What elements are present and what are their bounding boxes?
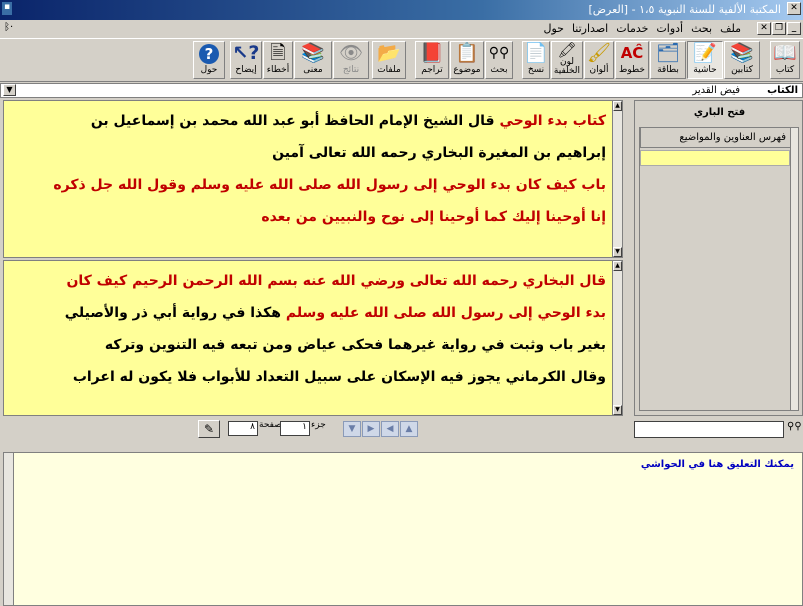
part-label: جزء [311, 420, 326, 430]
window-controls: ✕ [787, 2, 801, 15]
text-line: باب كيف كان بدء الوحي إلى رسول الله صلى … [53, 177, 606, 193]
biographies-icon: 📕 [420, 42, 444, 64]
toolbar-margin-note-button[interactable]: 📝 حاشية [687, 41, 723, 79]
page-number-input[interactable]: ٨ [228, 421, 258, 436]
menu-services[interactable]: خدمات [616, 22, 648, 35]
toolbar-results-button[interactable]: 👁 نتائج [333, 41, 369, 79]
margin-note-icon: 📝 [693, 42, 717, 64]
index-panel: فتح الباري فهرس العناوين والمواضيع [634, 100, 803, 416]
mdi-controls: ✕ ❐ _ [757, 22, 801, 35]
text-line: بغير باب وثبت في رواية غيرهما فحكى عياض … [104, 337, 606, 353]
mdi-restore-button[interactable]: ❐ [772, 22, 786, 35]
errors-icon: 🗎 [270, 42, 286, 64]
book-name[interactable]: فيض القدير [692, 85, 740, 96]
scroll-up-arrow-icon[interactable]: ▲ [613, 261, 622, 271]
last-page-icon[interactable]: ▲ [400, 421, 418, 437]
mdi-minimize-button[interactable]: _ [787, 22, 801, 35]
toolbar-two-books-button[interactable]: 📚 كتابين [724, 41, 760, 79]
toolbar-copy-button[interactable]: 📄 نسخ [522, 41, 550, 79]
page-navigation: ✎ ٨ صفحة ١ جزء ▼ ▶ ◀ ▲ [0, 418, 630, 440]
index-book-title: فتح الباري [693, 107, 746, 118]
toolbar-meaning-button[interactable]: 📚 معنى [294, 41, 332, 79]
text-line: إنا أوحينا إليك كما أوحينا إلى نوح والنب… [261, 209, 606, 225]
text-line: وقال الكرماني يجوز فيه الإسكان على سبيل … [72, 369, 606, 385]
text-pane-top[interactable]: كتاب بدء الوحي قال الشيخ الإمام الحافظ أ… [3, 100, 613, 258]
library-icon: 📚 [301, 42, 325, 64]
binoculars-icon[interactable]: ⚲⚲ [787, 421, 802, 438]
book-dropdown-button[interactable]: ▼ [3, 84, 16, 96]
next-page-icon[interactable]: ▶ [362, 421, 380, 437]
close-window-button[interactable]: ✕ [787, 2, 801, 15]
text-line: إبراهيم بن المغيرة البخاري رحمه الله تعا… [272, 145, 606, 161]
previous-page-icon[interactable]: ◀ [381, 421, 399, 437]
window-title: المكتبة الألفية للسنة النبوية ١،٥ - [الع… [588, 3, 781, 16]
book-selector-bar: ▼ الكتاب فيض القدير [0, 83, 803, 98]
index-search-input[interactable] [634, 421, 784, 438]
card-icon: 🗂 [655, 42, 681, 64]
question-icon: ? [194, 42, 224, 64]
edit-pen-icon[interactable]: ✎ [198, 420, 220, 438]
text-line: كتاب بدء الوحي قال الشيخ الإمام الحافظ أ… [90, 113, 606, 129]
notes-hint: يمكنك التعليق هنا في الحواشي [640, 459, 794, 470]
toolbar-book-button[interactable]: 📖 كتاب [770, 41, 800, 79]
index-tree-header[interactable]: فهرس العناوين والمواضيع [640, 128, 790, 148]
scroll-down-arrow-icon[interactable]: ▼ [613, 405, 622, 415]
text-line: قال البخاري رحمه الله تعالى ورضي الله عن… [66, 273, 606, 289]
page-label: صفحة [259, 420, 282, 430]
book-label: الكتاب [767, 85, 798, 96]
background-color-icon: 🖍 [557, 41, 577, 59]
menu-bar: ᛒ· ملف بحث أدوات خدمات اصدارتنا حول ✕ ❐ … [0, 20, 803, 38]
app-icon[interactable]: ▪ [2, 2, 12, 15]
help-pointer-icon: ↖? [232, 42, 260, 64]
book-icon: 📖 [773, 42, 797, 64]
colors-icon: 🖌 [586, 42, 612, 64]
text-pane-bottom[interactable]: قال البخاري رحمه الله تعالى ورضي الله عن… [3, 260, 613, 416]
toolbar-colors-button[interactable]: 🖌 ألوان [584, 41, 614, 79]
first-page-icon[interactable]: ▼ [343, 421, 361, 437]
menu-items: ملف بحث أدوات خدمات اصدارتنا حول [543, 22, 741, 35]
eye-icon: 👁 [338, 42, 364, 64]
scroll-down-arrow-icon[interactable]: ▼ [613, 247, 622, 257]
folder-icon: 📂 [377, 42, 401, 64]
two-books-icon: 📚 [730, 42, 754, 64]
toolbar-explain-button[interactable]: ↖? إيضاح [230, 41, 262, 79]
toolbar: 📖 كتاب 📚 كتابين 📝 حاشية 🗂 بطاقة AĈ خطوط 🖌 ألوا… [0, 38, 803, 82]
menu-search[interactable]: بحث [691, 22, 712, 35]
toolbar-about-button[interactable]: ? حول [193, 41, 225, 79]
notes-area[interactable]: يمكنك التعليق هنا في الحواشي [3, 452, 803, 606]
toolbar-search-button[interactable]: ⚲⚲ بحث [485, 41, 513, 79]
index-tree[interactable]: فهرس العناوين والمواضيع [639, 127, 799, 411]
top-pane-scrollbar[interactable]: ▲ ▼ [612, 100, 623, 258]
menu-system-icon[interactable]: ᛒ· [4, 22, 13, 33]
topic-icon: 📋 [455, 42, 479, 64]
toolbar-card-button[interactable]: 🗂 بطاقة [650, 41, 686, 79]
toolbar-biographies-button[interactable]: 📕 تراجم [415, 41, 449, 79]
mdi-close-button[interactable]: ✕ [757, 22, 771, 35]
text-line: بدء الوحي إلى رسول الله صلى الله عليه وس… [64, 305, 606, 321]
menu-tools[interactable]: أدوات [656, 22, 683, 35]
toolbar-fonts-button[interactable]: AĈ خطوط [615, 41, 649, 79]
bottom-pane-scrollbar[interactable]: ▲ ▼ [612, 260, 623, 416]
notes-scrollbar[interactable] [4, 453, 14, 605]
toolbar-files-button[interactable]: 📂 ملفات [372, 41, 406, 79]
toolbar-errors-button[interactable]: 🗎 أخطاء [263, 41, 293, 79]
part-number-input[interactable]: ١ [280, 421, 310, 436]
fonts-icon: AĈ [620, 44, 644, 62]
toolbar-topic-button[interactable]: 📋 موضوع [450, 41, 484, 79]
app-window: { "window": { "title": "المكتبة الألفية … [0, 0, 803, 606]
menu-about[interactable]: حول [543, 22, 563, 35]
index-tree-selected-row[interactable] [640, 150, 790, 166]
menu-file[interactable]: ملف [720, 22, 741, 35]
index-tree-scrollbar[interactable] [790, 128, 798, 410]
scroll-up-arrow-icon[interactable]: ▲ [613, 101, 622, 111]
binoculars-icon: ⚲⚲ [488, 45, 510, 61]
title-bar: ▪ المكتبة الألفية للسنة النبوية ١،٥ - [ا… [0, 0, 803, 20]
toolbar-background-color-button[interactable]: 🖍 لون الخلفية [551, 41, 583, 79]
app-icon-group: ▪ [2, 2, 12, 15]
copy-icon: 📄 [524, 42, 548, 64]
menu-publications[interactable]: اصدارتنا [572, 22, 608, 35]
